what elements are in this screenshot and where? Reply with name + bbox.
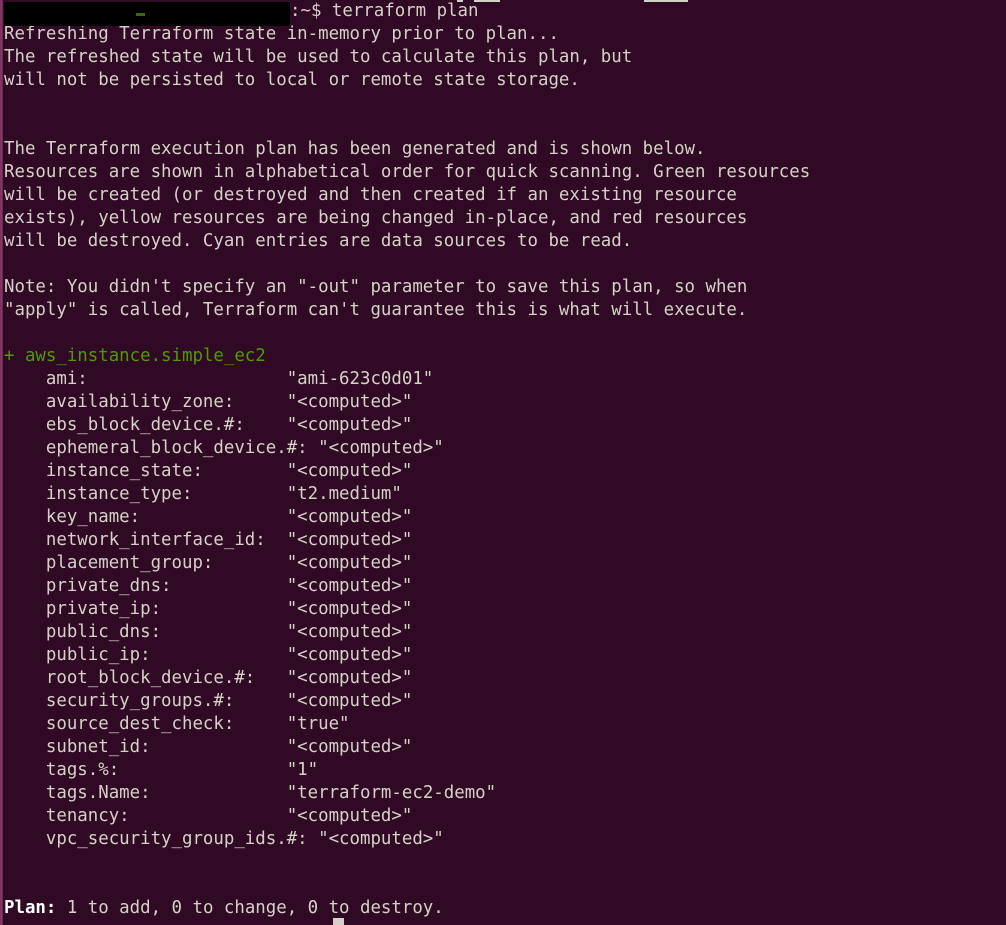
attribute-key: public_dns: [4,622,162,642]
prompt-command: terraform plan [331,1,479,21]
attribute-row: network_interface_id: "<computed>" [4,529,1004,552]
attribute-row: instance_type: "t2.medium" [4,483,1004,506]
attribute-value: "<computed>" [234,392,413,412]
resource-attribute-list: ami: "ami-623c0d01" availability_zone: "… [4,368,1004,851]
intro-line-2: will be created (or destroyed and then c… [4,185,737,205]
attribute-value: "<computed>" [307,438,444,458]
attribute-row: ephemeral_block_device.#: "<computed>" [4,437,1004,460]
note-line-0: Note: You didn't specify an "-out" param… [4,277,748,297]
attribute-value: "<computed>" [150,737,413,757]
attribute-value: "1" [119,760,319,780]
terminal-screen[interactable]: :~$ terraform plan Refreshing Terraform … [4,0,1004,920]
intro-line-4: will be destroyed. Cyan entries are data… [4,231,633,251]
attribute-value: "<computed>" [265,530,413,550]
prompt-suffix: :~$ [290,1,332,21]
attribute-key: ephemeral_block_device.#: [4,438,308,458]
attribute-key: subnet_id: [4,737,151,757]
intro-line-1: Resources are shown in alphabetical orde… [4,162,811,182]
attribute-key: instance_state: [4,461,203,481]
resource-header: + aws_instance.simple_ec2 [4,346,266,366]
attribute-key: ebs_block_device.#: [4,415,245,435]
plan-summary-line: Plan: 1 to add, 0 to change, 0 to destro… [4,897,1004,920]
attribute-row: security_groups.#: "<computed>" [4,690,1004,713]
attribute-key: instance_type: [4,484,193,504]
note-line-1: "apply" is called, Terraform can't guara… [4,300,748,320]
attribute-key: availability_zone: [4,392,235,412]
attribute-row: tags.Name: "terraform-ec2-demo" [4,782,1004,805]
redaction-artifact [135,12,145,16]
attribute-row: subnet_id: "<computed>" [4,736,1004,759]
attribute-value: "<computed>" [244,415,413,435]
attribute-key: placement_group: [4,553,214,573]
attribute-value: "<computed>" [129,806,413,826]
attribute-value: "<computed>" [234,691,413,711]
attribute-row: private_dns: "<computed>" [4,575,1004,598]
attribute-row: source_dest_check: "true" [4,713,1004,736]
attribute-key: private_dns: [4,576,172,596]
attribute-row: instance_state: "<computed>" [4,460,1004,483]
attribute-row: ebs_block_device.#: "<computed>" [4,414,1004,437]
intro-line-3: exists), yellow resources are being chan… [4,208,748,228]
redacted-user-host [4,2,290,26]
attribute-value: "true" [234,714,350,734]
attribute-row: availability_zone: "<computed>" [4,391,1004,414]
attribute-key: private_ip: [4,599,162,619]
attribute-row: private_ip: "<computed>" [4,598,1004,621]
attribute-key: tags.%: [4,760,120,780]
attribute-value: "<computed>" [255,668,413,688]
refresh-line-2: will not be persisted to local or remote… [4,70,580,90]
attribute-value: "terraform-ec2-demo" [150,783,497,803]
plan-summary-detail: 1 to add, 0 to change, 0 to destroy. [56,898,444,918]
refresh-line-0: Refreshing Terraform state in-memory pri… [4,24,559,44]
window-left-edge [0,0,3,925]
attribute-row: vpc_security_group_ids.#: "<computed>" [4,828,1004,851]
attribute-value: "<computed>" [161,599,413,619]
attribute-row: ami: "ami-623c0d01" [4,368,1004,391]
block-cursor [333,918,344,925]
attribute-value: "<computed>" [202,461,413,481]
attribute-value: "ami-623c0d01" [87,369,434,389]
attribute-row: placement_group: "<computed>" [4,552,1004,575]
attribute-row: key_name: "<computed>" [4,506,1004,529]
attribute-row: tags.%: "1" [4,759,1004,782]
attribute-value: "t2.medium" [192,484,402,504]
attribute-key: tenancy: [4,806,130,826]
attribute-key: tags.Name: [4,783,151,803]
attribute-row: root_block_device.#: "<computed>" [4,667,1004,690]
attribute-key: security_groups.#: [4,691,235,711]
attribute-value: "<computed>" [307,829,444,849]
terminal-window[interactable]: :~$ terraform plan Refreshing Terraform … [0,0,1006,925]
refresh-line-1: The refreshed state will be used to calc… [4,47,633,67]
attribute-value: "<computed>" [161,622,413,642]
attribute-value: "<computed>" [150,645,413,665]
plan-summary-label: Plan: [4,898,57,918]
attribute-key: root_block_device.#: [4,668,256,688]
attribute-value: "<computed>" [213,553,413,573]
attribute-value: "<computed>" [171,576,413,596]
attribute-row: public_dns: "<computed>" [4,621,1004,644]
attribute-key: public_ip: [4,645,151,665]
prompt-line: :~$ terraform plan [4,0,1004,26]
attribute-key: key_name: [4,507,141,527]
intro-line-0: The Terraform execution plan has been ge… [4,139,706,159]
attribute-row: tenancy: "<computed>" [4,805,1004,828]
attribute-key: vpc_security_group_ids.#: [4,829,308,849]
attribute-key: source_dest_check: [4,714,235,734]
attribute-row: public_ip: "<computed>" [4,644,1004,667]
attribute-value: "<computed>" [140,507,413,527]
attribute-key: network_interface_id: [4,530,266,550]
attribute-key: ami: [4,369,88,389]
